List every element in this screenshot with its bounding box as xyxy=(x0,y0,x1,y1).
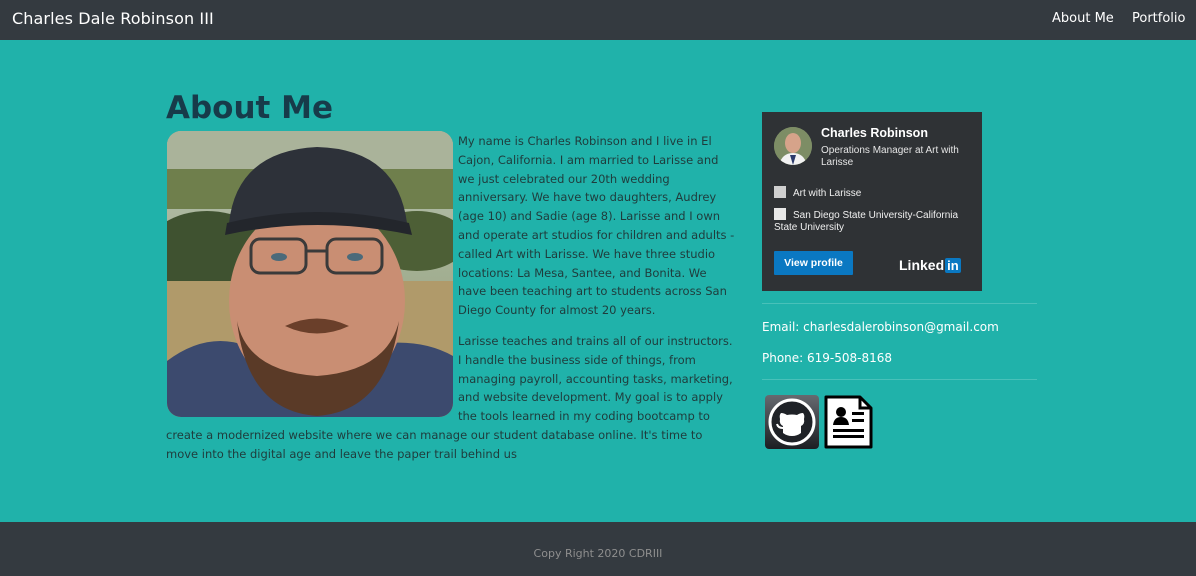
nav-link-about-me[interactable]: About Me xyxy=(1052,11,1114,26)
navbar: Charles Dale Robinson III About Me Portf… xyxy=(0,0,1196,40)
github-icon-graphic xyxy=(765,395,819,449)
contact-phone: Phone: 619-508-8168 xyxy=(762,351,893,365)
profile-photo-image xyxy=(167,131,453,417)
company-icon xyxy=(774,186,786,198)
resume-icon[interactable] xyxy=(824,395,873,449)
contact-email[interactable]: Email: charlesdalerobinson@gmail.com xyxy=(762,320,999,334)
linkedin-name[interactable]: Charles Robinson xyxy=(821,126,928,140)
linkedin-headline: Operations Manager at Art with Larisse xyxy=(821,145,959,168)
resume-icon-graphic xyxy=(824,395,873,449)
page-title: About Me xyxy=(166,90,334,126)
linkedin-avatar xyxy=(774,127,812,165)
divider xyxy=(762,379,1037,380)
linkedin-school-row[interactable]: San Diego State University-California St… xyxy=(774,208,974,234)
site-brand[interactable]: Charles Dale Robinson III xyxy=(12,9,214,28)
view-profile-button[interactable]: View profile xyxy=(774,251,853,275)
divider xyxy=(762,303,1037,304)
linkedin-avatar-image xyxy=(774,127,812,165)
linkedin-school[interactable]: San Diego State University-California St… xyxy=(774,210,958,233)
school-icon xyxy=(774,208,786,220)
linkedin-logo-in: in xyxy=(945,258,961,273)
linkedin-company-row[interactable]: Art with Larisse xyxy=(774,186,974,200)
linkedin-company[interactable]: Art with Larisse xyxy=(793,188,861,199)
footer: Copy Right 2020 CDRIII xyxy=(0,522,1196,576)
linkedin-logo-text: Linked xyxy=(899,257,945,273)
github-icon[interactable] xyxy=(765,395,819,449)
nav-link-portfolio[interactable]: Portfolio xyxy=(1132,11,1185,26)
profile-photo xyxy=(167,131,453,417)
linkedin-badge: Charles Robinson Operations Manager at A… xyxy=(762,112,982,291)
footer-copyright: Copy Right 2020 CDRIII xyxy=(533,547,663,560)
linkedin-logo: Linked in xyxy=(899,257,961,273)
